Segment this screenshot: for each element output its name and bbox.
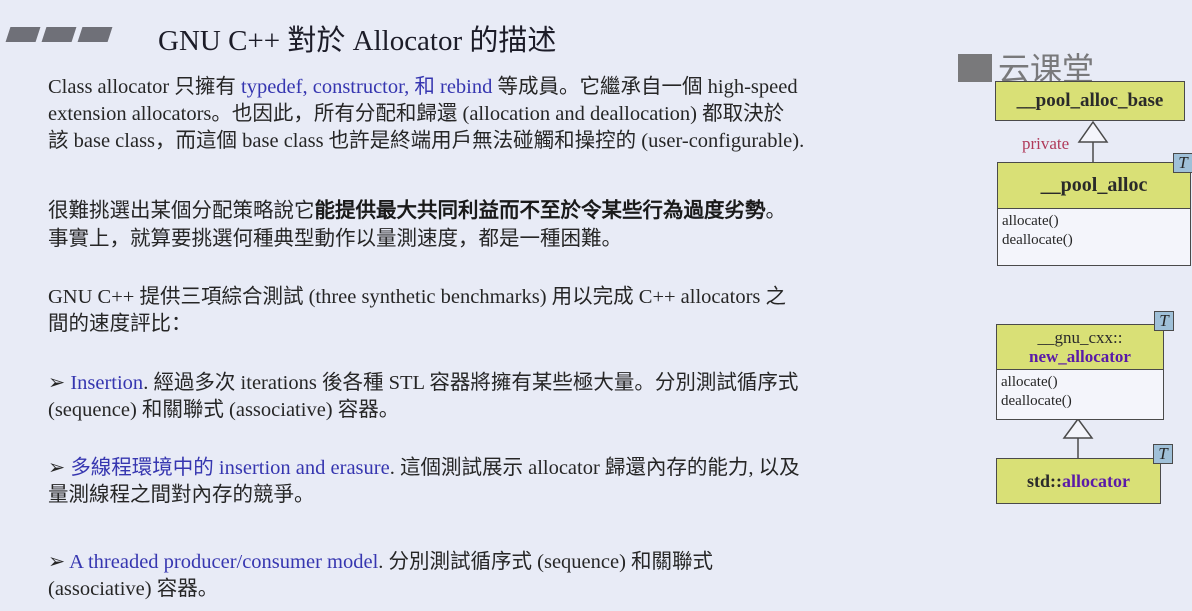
namespace: std:: xyxy=(1027,471,1062,491)
std-allocator-class: std::allocator xyxy=(996,458,1161,504)
class-name: allocator xyxy=(1062,471,1130,491)
template-badge: T xyxy=(1154,311,1174,331)
class-name: __pool_alloc xyxy=(998,163,1190,208)
new-allocator-class: __gnu_cxx:: new_allocator allocate()deal… xyxy=(996,324,1164,420)
method: deallocate() xyxy=(1001,393,1072,409)
pool-alloc-class: __pool_alloc allocate() deallocate() xyxy=(997,162,1191,266)
class-name: __pool_alloc_base xyxy=(996,82,1184,120)
method: deallocate() xyxy=(1002,232,1073,248)
class-methods: allocate() deallocate() xyxy=(997,369,1163,414)
namespace: __gnu_cxx:: xyxy=(1037,328,1123,347)
class-name: new_allocator xyxy=(1029,347,1131,366)
template-badge: T xyxy=(1173,153,1192,173)
pool-alloc-base-class: __pool_alloc_base xyxy=(995,81,1185,121)
class-methods: allocate() deallocate() xyxy=(998,208,1190,253)
method: allocate() xyxy=(1002,213,1059,229)
method: allocate() xyxy=(1001,374,1058,390)
private-label: private xyxy=(1022,134,1070,153)
template-badge: T xyxy=(1153,444,1173,464)
